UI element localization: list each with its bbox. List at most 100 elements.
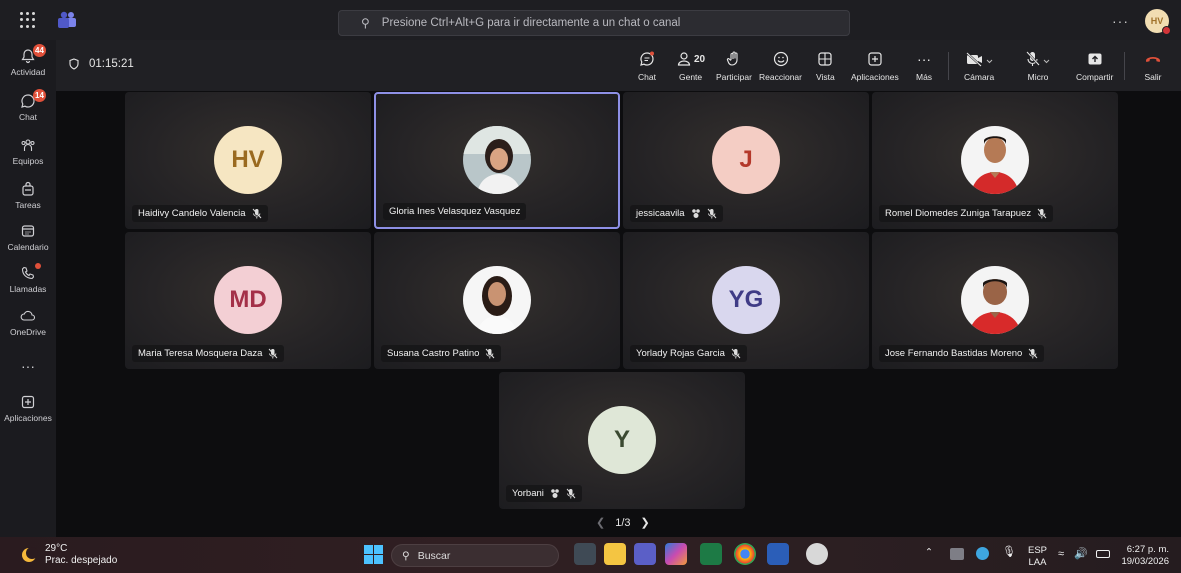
- initials-text: YG: [728, 286, 764, 313]
- leave-button[interactable]: Salir: [1144, 49, 1162, 82]
- view-button[interactable]: Vista: [816, 49, 835, 82]
- mic-tray-icon[interactable]: 🎙: [1002, 545, 1016, 558]
- rail-item-actividad[interactable]: 44 Actividad: [0, 44, 56, 77]
- file-explorer-icon[interactable]: [604, 543, 626, 565]
- rail-label: Calendario: [7, 242, 49, 252]
- chat-badge: 14: [33, 89, 46, 102]
- mic-off-icon: [566, 488, 576, 499]
- app-launcher-icon[interactable]: [20, 12, 36, 28]
- grid-view-icon: [818, 52, 832, 66]
- rail-label: Llamadas: [9, 284, 47, 294]
- participant-photo: [961, 266, 1029, 334]
- task-view-icon[interactable]: [574, 543, 596, 565]
- teams-logo-icon: [58, 11, 76, 28]
- prev-page-icon[interactable]: ❮: [596, 516, 605, 529]
- speaker-icon[interactable]: 🔊: [1074, 547, 1088, 560]
- participant-photo: [463, 266, 531, 334]
- activity-badge: 44: [33, 44, 46, 57]
- participant-tile[interactable]: YG Yorlady Rojas Garcia: [623, 232, 869, 369]
- title-bar: ⚲ Presione Ctrl+Alt+G para ir directamen…: [0, 0, 1181, 40]
- camera-off-icon: [966, 52, 993, 67]
- people-button[interactable]: 20 Gente: [676, 49, 705, 82]
- mic-button[interactable]: Micro: [1024, 49, 1052, 82]
- teams-icon: [21, 139, 35, 151]
- teams-taskbar-icon[interactable]: [634, 543, 656, 565]
- temperature: 29°C: [45, 543, 68, 554]
- word-icon[interactable]: [767, 543, 789, 565]
- clock-time: 6:27 p. m.: [1126, 544, 1169, 555]
- next-page-icon[interactable]: ❯: [641, 516, 650, 529]
- group-icon: [551, 489, 559, 498]
- participant-tile[interactable]: J jessicaavila: [623, 92, 869, 229]
- participant-tile[interactable]: MD Maria Teresa Mosquera Daza: [125, 232, 371, 369]
- camera-button[interactable]: Cámara: [964, 49, 994, 82]
- rail-item-calendario[interactable]: Calendario: [0, 223, 56, 252]
- raise-hand-button[interactable]: Participar: [716, 49, 752, 82]
- participant-name-tag: Gloria Ines Velasquez Vasquez: [383, 203, 527, 220]
- participant-name: Jose Fernando Bastidas Moreno: [885, 348, 1023, 359]
- copilot-icon[interactable]: [665, 543, 687, 565]
- windows-start-icon[interactable]: [364, 545, 383, 564]
- show-hidden-icons[interactable]: ⌃: [925, 547, 933, 558]
- mic-off-icon: [731, 348, 741, 359]
- people-count: 20: [694, 53, 706, 65]
- rail-item-tareas[interactable]: Tareas: [0, 181, 56, 210]
- participant-tile[interactable]: Romel Diomedes Zuniga Tarapuez: [872, 92, 1118, 229]
- more-options-icon[interactable]: ···: [1112, 13, 1129, 29]
- participant-photo: [961, 126, 1029, 194]
- mic-off-icon: [707, 208, 716, 219]
- divider: [948, 52, 949, 80]
- rail-item-llamadas[interactable]: Llamadas: [0, 263, 56, 294]
- excel-icon[interactable]: [700, 543, 722, 565]
- apps-button[interactable]: Aplicaciones: [851, 49, 899, 82]
- initials-text: HV: [231, 146, 265, 173]
- phone-icon: [21, 266, 35, 280]
- participant-name-tag: Romel Diomedes Zuniga Tarapuez: [879, 205, 1054, 222]
- rail-label: Chat: [19, 112, 37, 122]
- system-clock[interactable]: 6:27 p. m. 19/03/2026: [1121, 544, 1169, 568]
- participant-name: Romel Diomedes Zuniga Tarapuez: [885, 208, 1032, 219]
- participant-photo: [463, 126, 531, 194]
- search-icon: ⚲: [402, 549, 410, 562]
- video-stage: HV Haidivy Candelo Valencia Gloria Ines …: [56, 91, 1181, 537]
- participant-tile-active-speaker[interactable]: Gloria Ines Velasquez Vasquez: [374, 92, 620, 229]
- participant-tile[interactable]: Y Yorbani: [499, 372, 745, 509]
- rail-item-equipos[interactable]: Equipos: [0, 137, 56, 166]
- participant-tile[interactable]: Susana Castro Patino: [374, 232, 620, 369]
- tray-app-icon[interactable]: [950, 548, 964, 560]
- weather-text: Prac. despejado: [45, 555, 118, 566]
- mic-off-icon: [1026, 51, 1050, 66]
- rail-more-icon[interactable]: ···: [0, 358, 56, 374]
- participant-tile[interactable]: Jose Fernando Bastidas Moreno: [872, 232, 1118, 369]
- add-apps-icon: [868, 52, 882, 66]
- group-icon: [691, 209, 700, 218]
- rail-item-chat[interactable]: 14 Chat: [0, 89, 56, 122]
- page-indicator: 1/3: [615, 516, 631, 529]
- weather-widget[interactable]: 29°C Prac. despejado: [20, 543, 117, 567]
- more-button[interactable]: ··· Más: [916, 49, 932, 82]
- search-input[interactable]: ⚲ Presione Ctrl+Alt+G para ir directamen…: [338, 10, 850, 36]
- react-button[interactable]: Reaccionar: [759, 49, 802, 82]
- more-icon: ···: [917, 51, 932, 67]
- avatar[interactable]: HV: [1145, 9, 1171, 35]
- battery-icon[interactable]: [1096, 550, 1110, 558]
- participant-name: Maria Teresa Mosquera Daza: [138, 348, 263, 359]
- chat-icon: [640, 51, 654, 66]
- participant-tile[interactable]: HV Haidivy Candelo Valencia: [125, 92, 371, 229]
- share-screen-icon: [1088, 53, 1102, 65]
- recorder-icon[interactable]: [806, 543, 828, 565]
- chrome-icon[interactable]: [734, 543, 756, 565]
- rail-label: Tareas: [15, 200, 41, 210]
- language-indicator[interactable]: ESP LAA: [1028, 545, 1047, 569]
- rail-item-onedrive[interactable]: OneDrive: [0, 308, 56, 337]
- search-placeholder: Presione Ctrl+Alt+G para ir directamente…: [381, 17, 681, 29]
- wifi-icon[interactable]: ≈: [1058, 548, 1064, 560]
- taskbar-search[interactable]: ⚲ Buscar: [391, 544, 559, 567]
- raise-hand-icon: [726, 51, 738, 66]
- rail-item-aplicaciones[interactable]: Aplicaciones: [0, 394, 56, 423]
- lang-layout: LAA: [1028, 557, 1047, 568]
- cloud-icon[interactable]: [976, 547, 989, 560]
- chat-button[interactable]: Chat: [638, 49, 656, 82]
- share-button[interactable]: Compartir: [1076, 49, 1113, 82]
- pagination: ❮ 1/3 ❯: [596, 516, 650, 530]
